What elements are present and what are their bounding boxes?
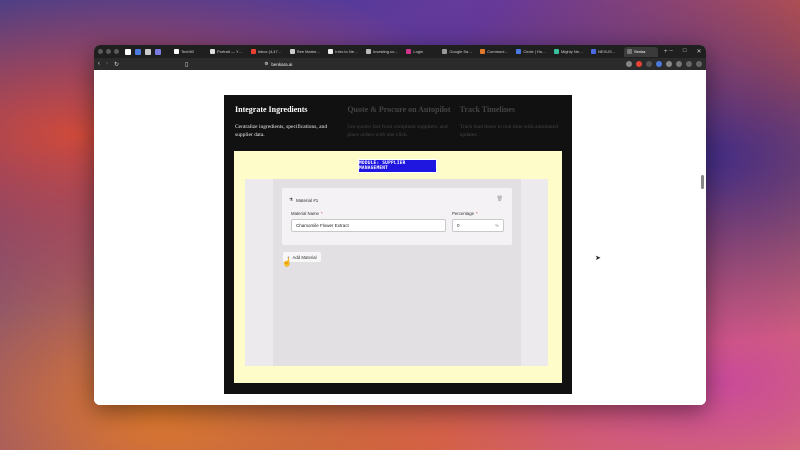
app-main: ⚗ Material #1 🗑 Material Name * Chamomile… [273, 179, 521, 366]
percent-suffix: % [494, 223, 499, 228]
browser-tab[interactable]: Communi… [477, 47, 511, 57]
window-controls[interactable] [98, 49, 119, 54]
tab-label: Inbox (4,47… [257, 49, 282, 54]
tab-label: Communi… [487, 49, 509, 54]
feature-steps: Integrate Ingredients Centralize ingredi… [224, 95, 572, 139]
browser-tab[interactable]: Tech50 [171, 47, 205, 57]
features-panel: Integrate Ingredients Centralize ingredi… [224, 95, 572, 394]
percentage-input[interactable]: 0 % [452, 219, 504, 232]
browser-window: Tech50 Portrait — Y… Inbox (4,47… Ree Marke… [94, 45, 706, 405]
material-name-input[interactable]: Chamomile Flower Extract [291, 219, 446, 232]
tab-favicon-icon [289, 49, 295, 54]
required-mark: * [475, 211, 478, 216]
step-integrate[interactable]: Integrate Ingredients Centralize ingredi… [235, 105, 347, 139]
close-window-icon[interactable]: ✕ [696, 48, 701, 55]
label-text: Material Name [291, 211, 319, 216]
module-badge: MODULE: SUPPLIER MANAGEMENT [358, 159, 437, 173]
browser-tab[interactable]: Mighty Ne… [551, 47, 586, 57]
tab-favicon-icon [365, 49, 371, 54]
new-tab-icon[interactable]: + [664, 49, 668, 55]
hand-cursor-icon: ☝ [282, 258, 292, 267]
browser-tab[interactable]: Google Sa… [439, 47, 475, 57]
required-mark: * [320, 211, 323, 216]
trash-icon[interactable]: 🗑 [497, 196, 503, 202]
minimize-icon[interactable]: – [670, 48, 673, 55]
site-info-icon[interactable]: ⚙ [264, 61, 268, 67]
material-name-label: Material Name * [291, 211, 323, 216]
tab-favicon-icon [174, 49, 179, 54]
tab-favicon-icon [553, 49, 559, 54]
page-viewport: Integrate Ingredients Centralize ingredi… [94, 70, 706, 405]
step-title: Track Timelines [459, 105, 515, 114]
material-title: Material #1 [296, 197, 319, 203]
tab-favicon-icon [210, 49, 215, 54]
browser-toolbar: ‹ › ↻ ▯ ⚙ benkara.ai [94, 58, 706, 70]
module-preview: MODULE: SUPPLIER MANAGEMENT ⚗ Material #… [234, 151, 562, 383]
tab-favicon-icon [442, 49, 448, 54]
browser-tab[interactable]: Login [403, 47, 437, 57]
bookmark-icon[interactable]: ▯ [185, 61, 188, 68]
maximize-icon[interactable]: □ [683, 48, 687, 55]
tab-bar: Tech50 Portrait — Y… Inbox (4,47… Ree Marke… [94, 45, 706, 58]
step-title: Integrate Ingredients [235, 105, 308, 114]
tab-label: Google Sa… [449, 49, 473, 54]
step-track[interactable]: Track Timelines Track lead times in real… [460, 105, 572, 139]
step-description: Get quotes fast from compliant suppliers… [347, 124, 448, 138]
app-shell: ⚗ Material #1 🗑 Material Name * Chamomile… [245, 179, 548, 366]
tab-label: Portrait — Y… [217, 49, 243, 54]
browser-tab[interactable]: Ree Marke… [287, 47, 324, 57]
tab-label: Tech50 [181, 49, 194, 54]
tab-label: Login [413, 49, 424, 54]
browser-tab[interactable]: Investing.co… [363, 47, 401, 57]
tab-label: Circle | Ho… [523, 49, 546, 54]
tab-favicon-icon [516, 49, 522, 54]
tab-favicon-icon [328, 49, 334, 54]
reload-icon[interactable]: ↻ [114, 61, 119, 68]
input-value: 0 [457, 223, 460, 228]
flask-icon: ⚗ [289, 197, 294, 202]
tab-label: Intro to Ne… [335, 49, 358, 54]
extensions[interactable] [626, 61, 702, 67]
step-quote[interactable]: Quote & Procure on Autopilot Get quotes … [347, 105, 459, 139]
label-text: Percentage [452, 211, 474, 216]
tab-label: Senka [634, 49, 646, 54]
pinned-tabs[interactable] [125, 48, 161, 55]
browser-tab[interactable]: Circle | Ho… [513, 47, 549, 57]
tab-label: Mighty Ne… [560, 49, 583, 54]
pointer-cursor-icon: ➤ [595, 255, 601, 262]
browser-tab[interactable]: Inbox (4,47… [248, 47, 285, 57]
tab-label: Investing.co… [372, 49, 399, 54]
tab-label: Ree Marke… [296, 49, 321, 54]
url-text: benkara.ai [271, 61, 293, 67]
percentage-label: Percentage * [452, 211, 478, 216]
scrollbar[interactable] [701, 175, 704, 189]
tab-favicon-icon [591, 49, 596, 54]
window-buttons[interactable]: – □ ✕ [670, 48, 706, 55]
browser-tab[interactable]: Intro to Ne… [325, 47, 361, 57]
material-card-header: ⚗ Material #1 [289, 197, 318, 203]
tab-favicon-icon [250, 49, 256, 54]
input-value: Chamomile Flower Extract [296, 223, 349, 228]
forward-icon[interactable]: › [106, 61, 108, 67]
back-icon[interactable]: ‹ [98, 61, 100, 67]
tab-favicon-icon [627, 49, 632, 54]
browser-tab[interactable]: Portrait — Y… [207, 47, 246, 57]
step-description: Track lead times in real time with autom… [459, 124, 558, 138]
browser-tab[interactable]: NEXUS… [588, 47, 622, 57]
step-description: Centralize ingredients, specifications, … [235, 124, 328, 138]
tab-favicon-icon [406, 49, 412, 54]
browser-tab[interactable]: Senka [624, 46, 658, 57]
tab-favicon-icon [480, 49, 486, 54]
tab-strip: Tech50 Portrait — Y… Inbox (4,47… Ree Marke… [171, 46, 658, 57]
address-bar[interactable]: ⚙ benkara.ai [264, 61, 292, 67]
material-card: ⚗ Material #1 🗑 Material Name * Chamomile… [282, 188, 512, 245]
add-material-label: Add Material [292, 254, 317, 260]
step-title: Quote & Procure on Autopilot [347, 105, 451, 114]
tab-label: NEXUS… [598, 49, 616, 54]
